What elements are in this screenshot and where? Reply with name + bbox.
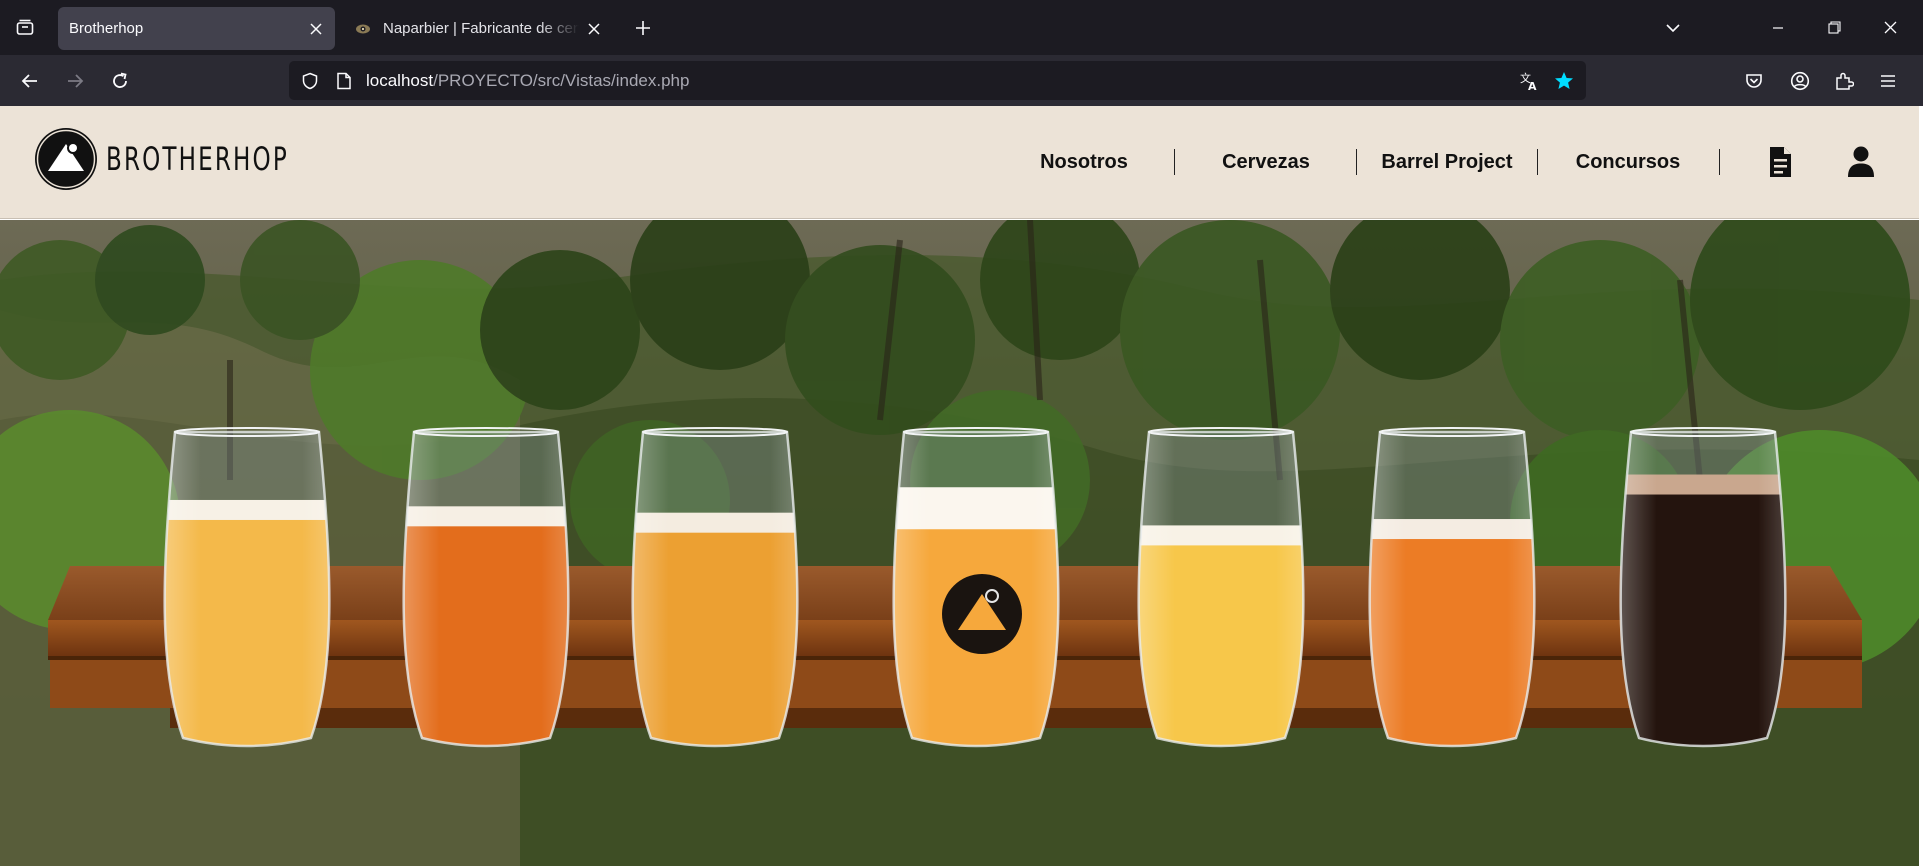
arrow-right-icon (68, 74, 84, 88)
svg-text:A: A (1528, 80, 1537, 91)
translate-icon[interactable]: 文 A (1516, 68, 1542, 94)
site-header: BROTHERHOP Nosotros Cervezas Barrel Proj… (0, 106, 1919, 219)
page-scrollbar[interactable] (1919, 106, 1923, 866)
logo-wordmark: BROTHERHOP (106, 140, 289, 178)
nav-divider (1174, 149, 1175, 175)
page-icon[interactable] (331, 68, 357, 94)
menu-button[interactable] (1870, 63, 1906, 99)
chevron-down-icon (1666, 24, 1680, 33)
document-icon[interactable] (1759, 141, 1801, 183)
tab-brotherhop[interactable]: Brotherhop (58, 7, 335, 50)
restore-icon (1827, 21, 1841, 34)
plus-icon (636, 21, 650, 35)
close-window-button[interactable] (1862, 0, 1918, 55)
beer-glass (163, 427, 331, 748)
beer-glass (1137, 427, 1305, 748)
beer-glass (1368, 427, 1536, 748)
nav-divider (1356, 149, 1357, 175)
nav-link-concursos[interactable]: Concursos (1560, 106, 1696, 219)
restore-button[interactable] (1806, 0, 1862, 55)
url-host: localhost (366, 71, 434, 90)
forward-button[interactable] (57, 63, 93, 99)
nav-link-nosotros[interactable]: Nosotros (1020, 106, 1148, 219)
beer-glass (631, 427, 799, 748)
bookmark-star-icon[interactable] (1551, 68, 1577, 94)
tab-close-button[interactable] (579, 14, 609, 44)
extensions-button[interactable] (1826, 63, 1862, 99)
glass-logo-icon (942, 574, 1022, 654)
tab-title: Brotherhop (69, 20, 144, 37)
brotherhop-logo-icon (35, 128, 97, 190)
tab-title: Naparbier | Fabricante de cerveza (383, 20, 579, 37)
address-bar[interactable]: localhost/PROYECTO/src/Vistas/index.php … (289, 61, 1586, 100)
puzzle-icon (1836, 72, 1854, 90)
account-button[interactable] (1782, 63, 1818, 99)
url-path: /PROYECTO/src/Vistas/index.php (433, 71, 690, 90)
naparbier-favicon-icon (356, 24, 370, 33)
nav-link-barrel-project[interactable]: Barrel Project (1373, 106, 1521, 219)
tab-close-button[interactable] (301, 14, 331, 44)
minimize-icon (1773, 26, 1783, 29)
beer-flight-photo (0, 220, 1919, 866)
pocket-button[interactable] (1736, 63, 1772, 99)
beer-glass (1619, 427, 1787, 748)
close-icon (1884, 21, 1896, 34)
close-icon (310, 22, 322, 35)
site-logo[interactable]: BROTHERHOP (34, 127, 360, 191)
nav-divider (1537, 149, 1538, 175)
arrow-left-icon (21, 74, 37, 88)
new-tab-button[interactable] (626, 12, 660, 44)
account-icon (1790, 71, 1810, 91)
browser-toolbar: localhost/PROYECTO/src/Vistas/index.php … (0, 55, 1923, 106)
hamburger-menu-icon (1881, 75, 1895, 87)
minimize-button[interactable] (1750, 0, 1806, 55)
tab-list-button[interactable] (0, 0, 50, 55)
pocket-icon (1746, 74, 1762, 88)
tab-naparbier[interactable]: Naparbier | Fabricante de cerveza (343, 7, 613, 50)
beer-glass (892, 427, 1060, 748)
url-text[interactable]: localhost/PROYECTO/src/Vistas/index.php (366, 71, 689, 91)
beer-glass (402, 427, 570, 748)
nav-divider (1719, 149, 1720, 175)
user-icon[interactable] (1840, 141, 1882, 183)
reload-icon (113, 72, 127, 88)
back-button[interactable] (12, 63, 48, 99)
list-all-tabs-button[interactable] (1656, 12, 1690, 44)
close-icon (588, 22, 600, 35)
reload-button[interactable] (102, 63, 138, 99)
shield-icon[interactable] (297, 68, 323, 94)
browser-tab-strip: Brotherhop Naparbier | Fabricante de cer… (0, 0, 1923, 55)
nav-link-cervezas[interactable]: Cervezas (1200, 106, 1332, 219)
tab-list-icon (16, 19, 34, 35)
hero-image (0, 220, 1919, 866)
